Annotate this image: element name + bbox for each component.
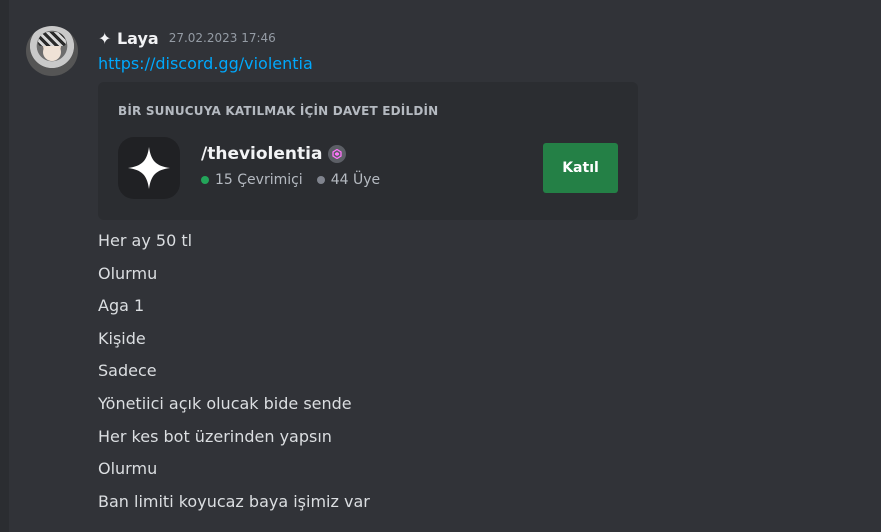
invite-embed: BİR SUNUCUYA KATILMAK İÇİN DAVET EDİLDİN… bbox=[98, 82, 638, 220]
username[interactable]: ✦ Laya bbox=[98, 29, 159, 48]
server-icon[interactable] bbox=[118, 137, 180, 199]
left-edge bbox=[0, 0, 9, 532]
message-line: Yönetiici açık olucak bide sende bbox=[98, 393, 352, 413]
message-line: Olurmu bbox=[98, 459, 158, 479]
members-dot-icon bbox=[316, 176, 325, 184]
server-name[interactable]: /theviolentia bbox=[201, 144, 322, 164]
avatar-hat bbox=[38, 32, 66, 46]
message-line: Her kes bot üzerinden yapsın bbox=[98, 426, 332, 446]
avatar[interactable] bbox=[26, 26, 78, 76]
server-boost-badge-icon bbox=[328, 145, 347, 163]
server-name-row: /theviolentia bbox=[201, 144, 347, 164]
online-count: 15 Çevrimiçi bbox=[201, 172, 303, 188]
join-button[interactable]: Katıl bbox=[543, 143, 618, 193]
message-line: Sadece bbox=[98, 361, 157, 381]
message-line: Ban limiti koyucaz baya işimiz var bbox=[98, 491, 370, 511]
invite-link[interactable]: https://discord.gg/violentia bbox=[98, 54, 313, 73]
message-lines: Her ay 50 tl Olurmu Aga 1 Kişide Sadece … bbox=[98, 227, 370, 520]
online-text: 15 Çevrimiçi bbox=[215, 172, 303, 188]
invite-heading: BİR SUNUCUYA KATILMAK İÇİN DAVET EDİLDİN bbox=[118, 104, 439, 118]
message-header: ✦ Laya 27.02.2023 17:46 bbox=[98, 26, 276, 50]
message-line: Olurmu bbox=[98, 263, 158, 283]
timestamp: 27.02.2023 17:46 bbox=[168, 31, 276, 45]
online-dot-icon bbox=[201, 176, 209, 184]
message-line: Her ay 50 tl bbox=[98, 231, 193, 250]
message-line: Aga 1 bbox=[98, 296, 145, 316]
sparkle-icon bbox=[128, 147, 170, 189]
members-text: 44 Üye bbox=[330, 172, 381, 188]
server-stats: 15 Çevrimiçi 44 Üye bbox=[201, 172, 380, 188]
member-count: 44 Üye bbox=[316, 172, 381, 188]
message-line: Kişide bbox=[98, 328, 146, 348]
